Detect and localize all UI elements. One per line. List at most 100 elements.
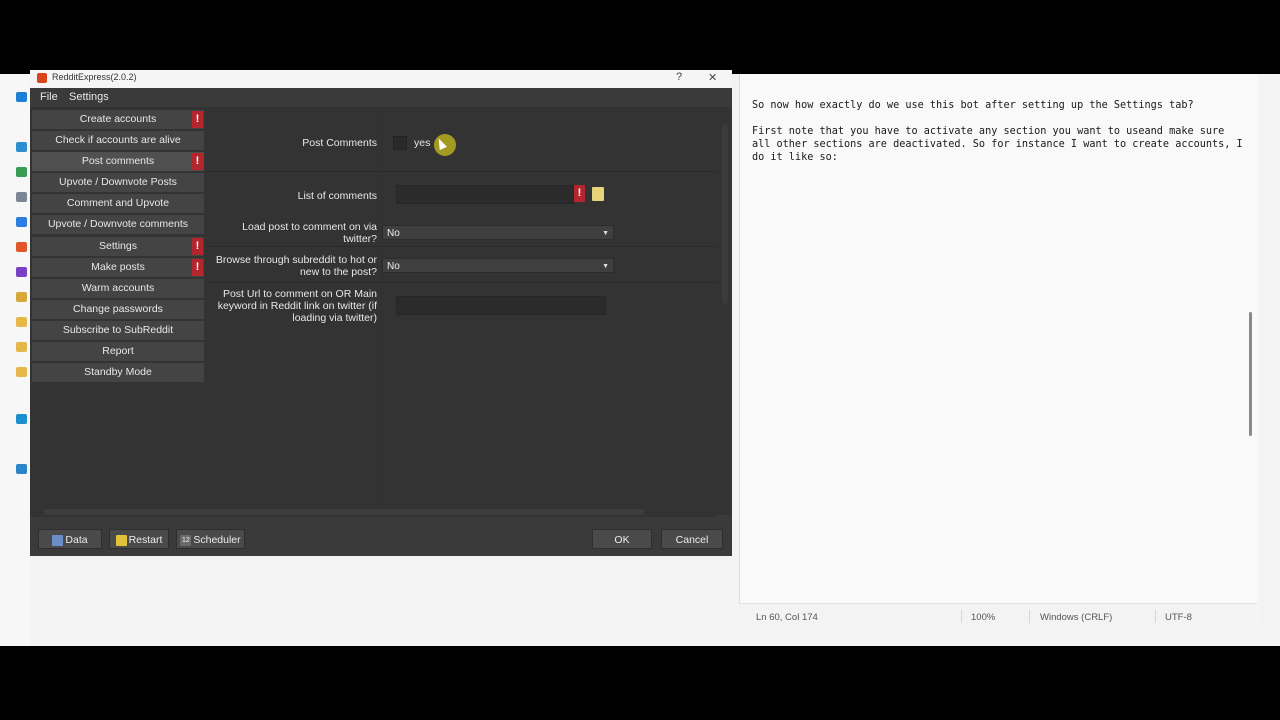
nav-item-standby-mode[interactable]: Standby Mode (32, 363, 204, 383)
restart-button[interactable]: Restart (109, 529, 169, 549)
nav-item-create-accounts[interactable]: Create accounts! (32, 110, 204, 129)
close-button[interactable]: ✕ (708, 71, 717, 84)
post-comments-checkbox[interactable] (393, 136, 407, 150)
menu-settings[interactable]: Settings (69, 91, 109, 103)
browse-subreddit-select[interactable]: No ▼ (382, 258, 614, 273)
notepad-scroll-thumb[interactable] (1249, 312, 1252, 436)
row-divider (206, 171, 718, 172)
scheduler-button[interactable]: 12 Scheduler (176, 529, 245, 549)
nav-item-label: Report (102, 345, 134, 358)
calendar-icon: 12 (180, 534, 192, 546)
nav-item-label: Check if accounts are alive (55, 134, 181, 147)
this-pc-icon[interactable] (16, 414, 27, 424)
folder-browse-icon[interactable] (592, 187, 604, 201)
nav-item-report[interactable]: Report (32, 342, 204, 362)
folder-icon[interactable] (16, 317, 27, 327)
column-divider (381, 107, 382, 507)
scroll-thumb[interactable] (44, 509, 644, 515)
load-post-select[interactable]: No ▼ (382, 225, 614, 240)
list-comments-label: List of comments (297, 190, 377, 202)
window-footer: Data Restart 12 Scheduler OK Cancel (30, 517, 732, 556)
database-icon (52, 534, 64, 546)
post-url-label: Post Url to comment on OR Main keyword i… (217, 288, 377, 324)
nav-item-label: Post comments (81, 155, 155, 168)
nav-item-upvote-downvote-comments[interactable]: Upvote / Downvote comments (32, 215, 204, 235)
restart-button-label: Restart (128, 534, 163, 546)
nav-item-change-passwords[interactable]: Change passwords (32, 299, 204, 319)
menu-bar: File Settings (30, 88, 732, 107)
nav-item-label: Make posts (91, 260, 145, 273)
content-area: Create accounts! Check if accounts are al… (30, 107, 732, 515)
post-url-input[interactable] (396, 296, 606, 315)
nav-item-settings[interactable]: Settings! (32, 236, 204, 256)
restart-icon (115, 534, 127, 546)
nav-item-label: Standby Mode (84, 366, 152, 379)
folder-icon[interactable] (16, 292, 27, 302)
window-titlebar: RedditExpress(2.0.2) ? ✕ (30, 70, 732, 88)
chevron-down-icon: ▼ (602, 230, 609, 237)
redditexpress-window: RedditExpress(2.0.2) ? ✕ File Settings C… (30, 70, 732, 556)
nav-item-label: Change passwords (73, 302, 163, 315)
nav-item-make-posts[interactable]: Make posts! (32, 257, 204, 277)
data-button-label: Data (65, 534, 88, 546)
warning-icon: ! (192, 153, 203, 171)
load-post-value: No (387, 228, 400, 239)
browse-subreddit-label: Browse through subreddit to hot or new t… (215, 254, 377, 278)
nav-item-subscribe-to-subreddit[interactable]: Subscribe to SubReddit (32, 320, 204, 340)
nav-item-label: Comment and Upvote (66, 197, 170, 210)
line-ending[interactable]: Windows (CRLF) (1040, 612, 1112, 623)
vertical-scrollbar[interactable] (720, 110, 730, 508)
documents-icon[interactable] (16, 192, 27, 202)
notepad-window: So now how exactly do we use this bot af… (739, 74, 1258, 628)
cursor-position: Ln 60, Col 174 (756, 612, 818, 623)
nav-item-label: Settings (99, 239, 137, 252)
nav-item-comment-and-upvote[interactable]: Comment and Upvote (32, 194, 204, 214)
status-separator (961, 610, 962, 623)
warning-icon: ! (192, 111, 203, 128)
horizontal-scrollbar[interactable] (32, 507, 718, 517)
nav-item-label: Create accounts (79, 113, 157, 125)
downloads-icon[interactable] (16, 167, 27, 177)
explorer-sidebar-strip (0, 74, 30, 646)
status-separator (1155, 610, 1156, 623)
videos-icon[interactable] (16, 267, 27, 277)
list-comments-input[interactable] (396, 185, 574, 204)
encoding[interactable]: UTF-8 (1165, 612, 1192, 623)
post-comments-checkbox-label[interactable]: yes (414, 137, 430, 149)
zoom-level[interactable]: 100% (971, 612, 995, 623)
status-separator (1029, 610, 1030, 623)
cancel-button[interactable]: Cancel (661, 529, 723, 549)
desktop-icon[interactable] (16, 142, 27, 152)
warning-icon: ! (192, 237, 203, 255)
data-button[interactable]: Data (38, 529, 102, 549)
onedrive-icon[interactable] (16, 92, 27, 102)
nav-item-label: Upvote / Downvote Posts (59, 176, 177, 189)
nav-item-warm-accounts[interactable]: Warm accounts (32, 278, 204, 298)
ok-button[interactable]: OK (592, 529, 652, 549)
music-icon[interactable] (16, 242, 27, 252)
nav-item-check-if-accounts-are-alive[interactable]: Check if accounts are alive (32, 131, 204, 151)
notepad-text[interactable]: So now how exactly do we use this bot af… (752, 99, 1246, 164)
nav-item-upvote-downvote-posts[interactable]: Upvote / Downvote Posts (32, 173, 204, 193)
window-title: RedditExpress(2.0.2) (52, 72, 137, 82)
folder-icon[interactable] (16, 367, 27, 377)
load-post-label: Load post to comment on via twitter? (242, 221, 377, 245)
nav-item-post-comments[interactable]: Post comments! (32, 152, 204, 172)
notepad-status-bar: Ln 60, Col 174 100% Windows (CRLF) UTF-8 (739, 603, 1257, 629)
browse-subreddit-value: No (387, 261, 400, 272)
folder-icon[interactable] (16, 342, 27, 352)
help-button[interactable]: ? (676, 71, 682, 83)
pictures-icon[interactable] (16, 217, 27, 227)
nav-item-label: Subscribe to SubReddit (62, 323, 174, 336)
scroll-thumb[interactable] (722, 124, 728, 304)
warning-icon: ! (574, 185, 585, 202)
post-comments-form: Post Comments yes List of comments ! Loa… (206, 107, 718, 507)
row-divider (206, 246, 718, 247)
section-nav: Create accounts! Check if accounts are al… (32, 110, 204, 384)
scheduler-button-label: Scheduler (193, 534, 241, 546)
network-icon[interactable] (16, 464, 27, 474)
app-logo-icon (37, 73, 47, 83)
nav-item-label: Warm accounts (81, 281, 155, 294)
menu-file[interactable]: File (40, 91, 58, 103)
chevron-down-icon: ▼ (602, 263, 609, 270)
